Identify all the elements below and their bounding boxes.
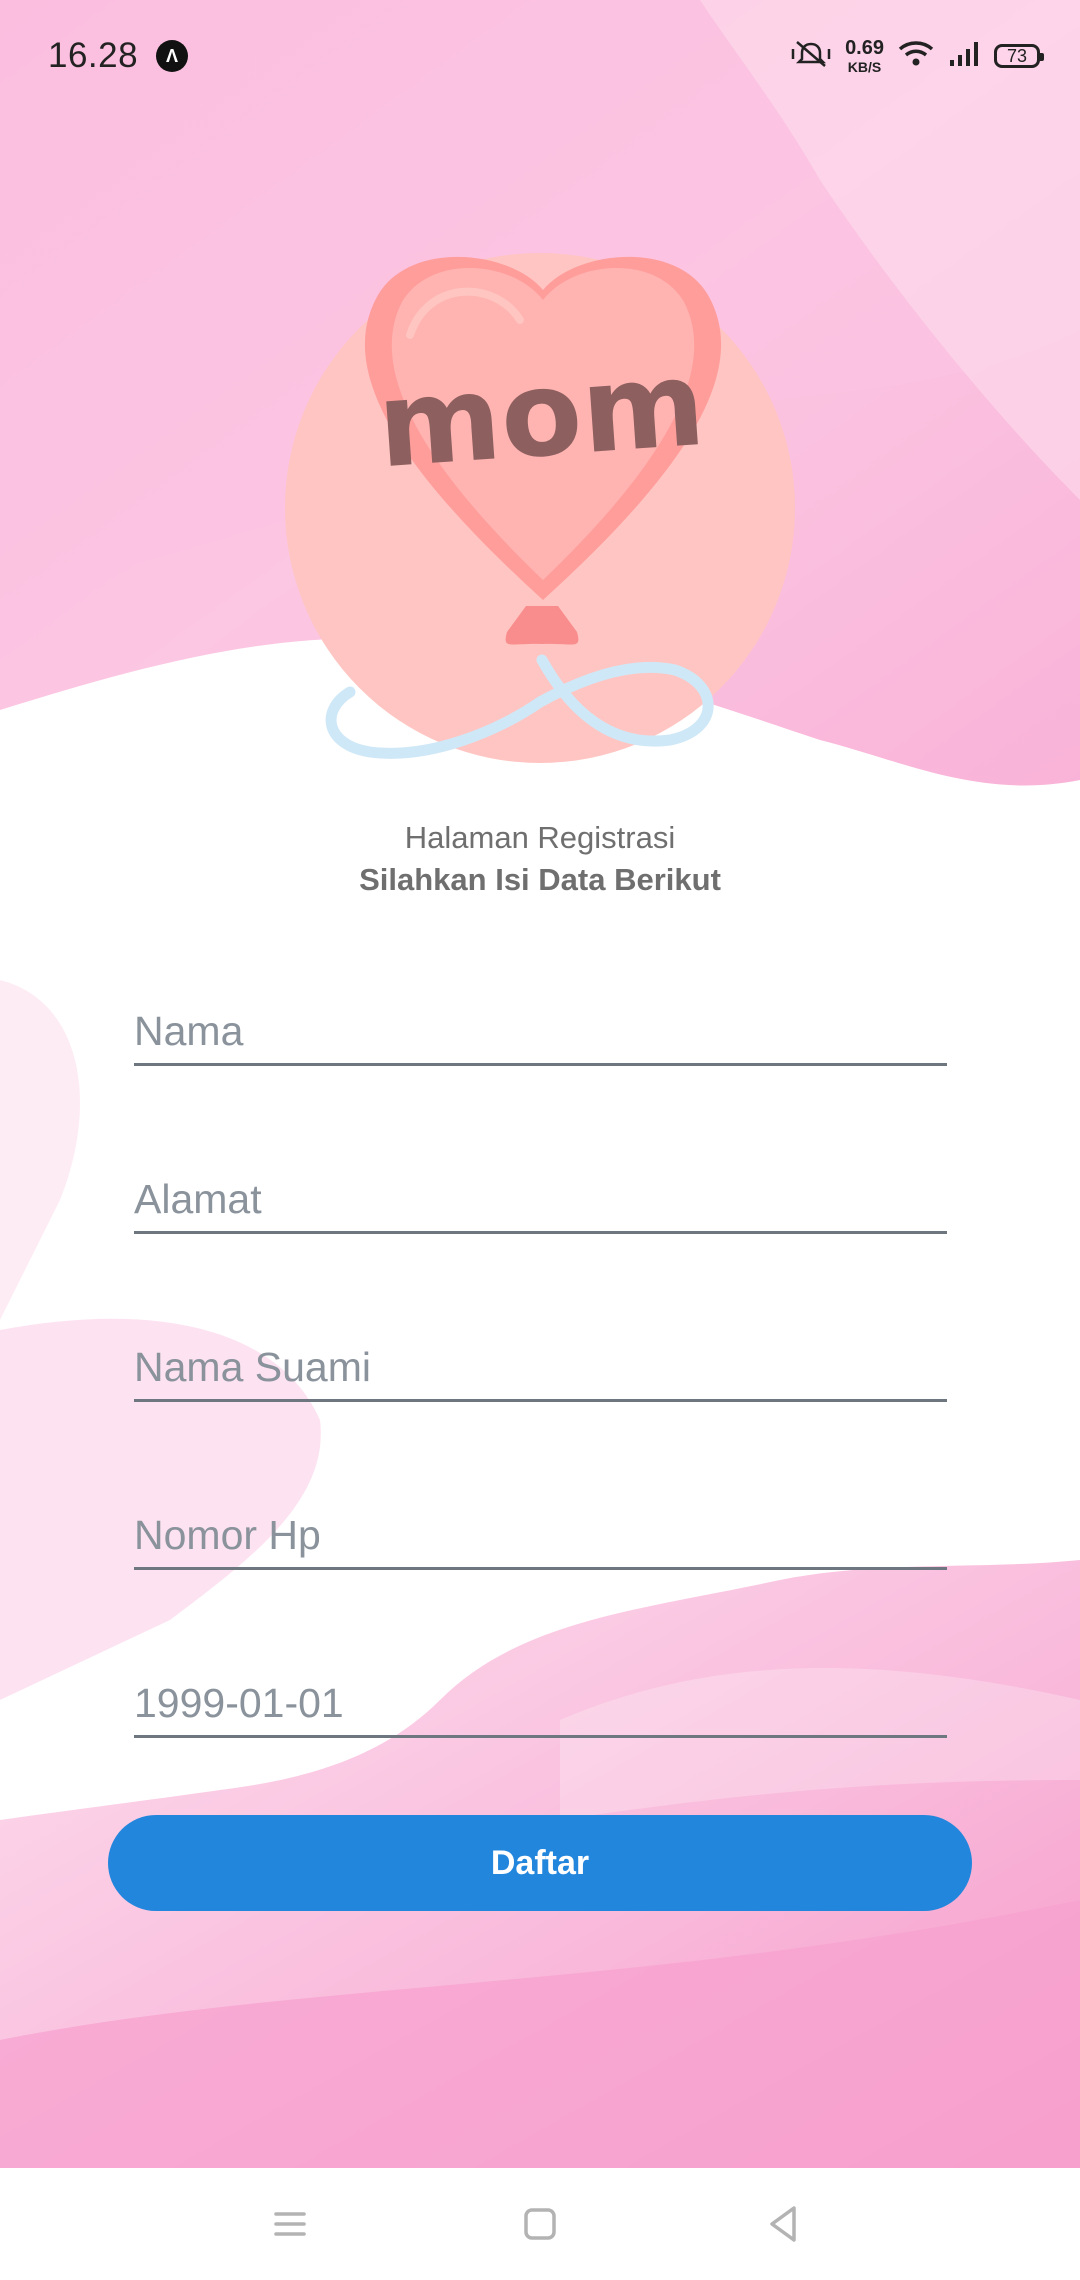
nama-input[interactable] [134, 1001, 947, 1061]
status-time: 16.28 [48, 36, 139, 75]
nama-field [134, 1001, 947, 1066]
status-indicators: 0.69 KB/S 73 [791, 34, 1044, 78]
silent-vibrate-icon [791, 39, 831, 74]
status-bar: 16.28 Λ 0.69 KB/S 73 [0, 0, 1080, 112]
signal-icon [948, 40, 980, 73]
speed-unit: KB/S [847, 59, 882, 75]
alamat-input[interactable] [134, 1169, 947, 1229]
tanggal-lahir-field [134, 1673, 947, 1738]
network-speed: 0.69 KB/S [845, 38, 884, 74]
nama-suami-field [134, 1337, 947, 1402]
nomor-hp-field [134, 1505, 947, 1570]
back-icon[interactable] [758, 2198, 810, 2250]
home-icon[interactable] [514, 2198, 566, 2250]
system-nav-bar [0, 2168, 1080, 2280]
page-title: Halaman Registrasi [404, 820, 676, 855]
tanggal-lahir-input[interactable] [134, 1673, 947, 1733]
page-subtitle: Silahkan Isi Data Berikut [359, 862, 721, 897]
alamat-field [134, 1169, 947, 1234]
nomor-hp-input[interactable] [134, 1505, 947, 1565]
nama-suami-input[interactable] [134, 1337, 947, 1397]
daftar-button[interactable]: Daftar [108, 1815, 972, 1911]
menu-icon[interactable] [264, 2198, 316, 2250]
battery-icon: 73 [994, 44, 1044, 68]
mom-balloon-logo: mom [280, 240, 800, 780]
speed-value: 0.69 [845, 37, 884, 59]
notification-app-icon: Λ [156, 40, 188, 72]
wifi-icon [898, 39, 934, 74]
logo-text: mom [373, 334, 709, 494]
